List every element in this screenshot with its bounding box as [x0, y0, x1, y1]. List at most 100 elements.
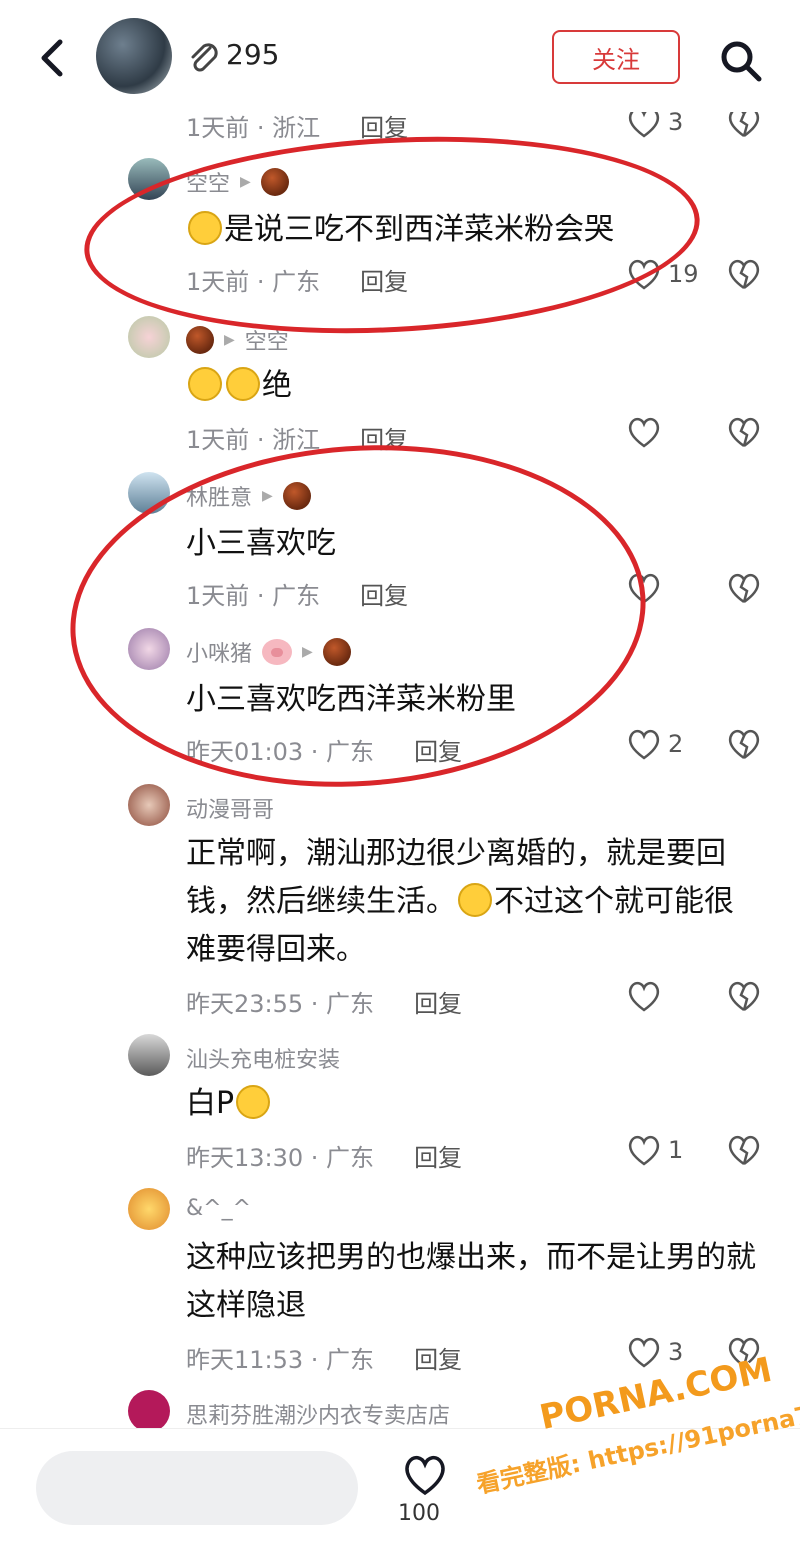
reply-arrow-icon: ▶ [302, 644, 313, 660]
like-count: 1 [668, 1136, 684, 1164]
heart-icon [628, 259, 660, 290]
comment-text-line: 这样隐退 [186, 1288, 306, 1323]
commenter-avatar[interactable] [128, 472, 170, 514]
reply-button[interactable]: 回复 [360, 576, 408, 611]
back-arrow-icon[interactable] [32, 34, 76, 82]
like-button[interactable]: 2 [626, 728, 683, 760]
commenter-name[interactable]: 汕头充电桩安装 [186, 1042, 340, 1074]
comment-text-line: 这种应该把男的也爆出来，而不是让男的就 [186, 1240, 756, 1275]
like-button[interactable]: 1 [626, 1134, 683, 1166]
comment-time: 1天前 · 广东 [186, 582, 321, 610]
comment-text: 白P [186, 1086, 235, 1121]
reply-button[interactable]: 回复 [414, 1138, 462, 1173]
crying-laugh-emoji-icon [226, 367, 260, 401]
comment-time: 昨天01:03 · 广东 [186, 738, 375, 766]
comment-time: 昨天11:53 · 广东 [186, 1346, 375, 1374]
crying-laugh-emoji-icon [188, 367, 222, 401]
comment-text-line: 难要得回来。 [186, 932, 366, 967]
heart-icon [628, 981, 660, 1012]
comment-text: 是说三吃不到西洋菜米粉会哭 [224, 212, 614, 247]
dog-emoji-icon [458, 883, 492, 917]
broken-heart-icon [728, 981, 760, 1012]
reply-arrow-icon: ▶ [224, 332, 235, 348]
heart-icon [628, 1337, 660, 1368]
bottom-action-bar: 100 [0, 1428, 800, 1529]
like-button[interactable] [626, 416, 668, 448]
top-bar: 295 关注 [0, 0, 800, 112]
comment-time: 1天前 · 浙江 [186, 114, 321, 142]
comment-time: 昨天13:30 · 广东 [186, 1144, 375, 1172]
smile-emoji-icon [236, 1085, 271, 1119]
commenter-name[interactable]: 小咪猪 [186, 636, 252, 668]
heart-icon [628, 729, 660, 760]
comment-text-line: 不过这个就可能很 [494, 884, 734, 919]
commenter-name[interactable]: 动漫哥哥 [186, 792, 274, 824]
like-button[interactable] [626, 572, 668, 604]
dislike-button[interactable] [726, 1336, 762, 1370]
comment-text-line: 钱，然后继续生活。 [186, 884, 456, 919]
comment-input[interactable] [36, 1451, 358, 1525]
reply-button[interactable]: 回复 [360, 262, 408, 297]
reply-button[interactable]: 回复 [414, 984, 462, 1019]
commenter-name[interactable]: 思莉芬胜潮沙内衣专卖店店 [186, 1398, 450, 1430]
commenter-avatar[interactable] [128, 316, 170, 358]
broken-heart-icon [728, 1135, 760, 1166]
commenter-name[interactable]: &^_^ [186, 1196, 251, 1221]
like-button[interactable] [626, 980, 668, 1012]
follow-button[interactable]: 关注 [552, 30, 680, 84]
comment-time: 1天前 · 广东 [186, 268, 321, 296]
reply-button[interactable]: 回复 [414, 732, 462, 767]
commenter-name[interactable]: 林胜意 [186, 480, 252, 512]
pig-emoji-icon [262, 639, 293, 665]
commenter-avatar[interactable] [128, 1034, 170, 1076]
commenter-avatar[interactable] [128, 628, 170, 670]
dislike-button[interactable] [726, 728, 762, 762]
heart-icon [628, 573, 660, 604]
commenter-name[interactable]: 空空 [186, 166, 230, 198]
commenter-avatar[interactable] [128, 784, 170, 826]
comment-text-line: 正常啊，潮汕那边很少离婚的，就是要回 [186, 836, 726, 871]
chestnut-icon [282, 482, 311, 510]
reply-arrow-icon: ▶ [262, 488, 273, 504]
comment-text: 小三喜欢吃西洋菜米粉里 [186, 682, 516, 717]
like-count: 3 [668, 108, 684, 136]
laugh-emoji-icon [188, 211, 222, 245]
like-count: 19 [668, 260, 699, 288]
broken-heart-icon [728, 1337, 760, 1368]
dislike-button[interactable] [726, 1134, 762, 1168]
like-count: 3 [668, 1338, 684, 1366]
commenter-avatar[interactable] [128, 1188, 170, 1230]
broken-heart-icon [728, 259, 760, 290]
chestnut-icon [186, 326, 214, 354]
like-count: 100 [398, 1501, 440, 1526]
author-avatar[interactable] [96, 18, 172, 94]
commenter-avatar[interactable] [128, 158, 170, 200]
broken-heart-icon [728, 729, 760, 760]
reply-arrow-icon: ▶ [240, 174, 251, 190]
commenter-avatar[interactable] [128, 1390, 170, 1432]
broken-heart-icon [728, 573, 760, 604]
like-button[interactable]: 19 [626, 258, 699, 290]
dislike-button[interactable] [726, 980, 762, 1014]
broken-heart-icon [728, 417, 760, 448]
comment-text: 小三喜欢吃 [186, 526, 336, 561]
reply-button[interactable]: 回复 [360, 108, 408, 143]
chestnut-icon [322, 638, 351, 666]
heart-icon [628, 1135, 660, 1166]
paperclip-icon [191, 43, 218, 72]
reply-button[interactable]: 回复 [414, 1340, 462, 1375]
heart-icon[interactable] [402, 1453, 448, 1497]
commenter-name[interactable]: 空空 [245, 324, 289, 356]
dislike-button[interactable] [726, 416, 762, 450]
like-button[interactable]: 3 [626, 1336, 683, 1368]
dislike-button[interactable] [726, 572, 762, 606]
comment-time: 昨天23:55 · 广东 [186, 990, 375, 1018]
share-count: 295 [226, 38, 280, 71]
search-icon[interactable] [718, 38, 764, 84]
comment-time: 1天前 · 浙江 [186, 426, 321, 454]
dislike-button[interactable] [726, 258, 762, 292]
chestnut-icon [260, 168, 289, 196]
heart-icon [628, 417, 660, 448]
reply-button[interactable]: 回复 [360, 420, 408, 455]
comment-text: 绝 [262, 368, 292, 403]
